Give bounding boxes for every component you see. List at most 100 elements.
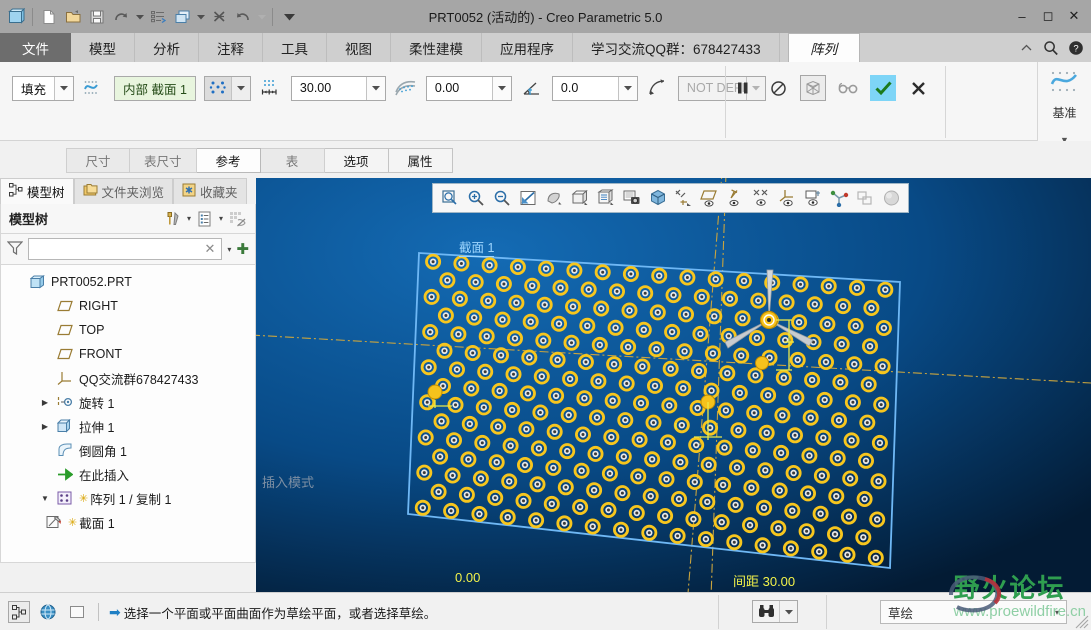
rotation-combo[interactable]: 0.0 bbox=[551, 75, 638, 101]
graphics-window[interactable]: 截面 1 0.00 间距 30.00 0.0 插入模式 bbox=[256, 178, 1091, 592]
spin-center-icon[interactable] bbox=[828, 187, 851, 210]
selection-filter-caret[interactable]: ▾ bbox=[1055, 608, 1059, 617]
maximize-button[interactable]: ◻ bbox=[1035, 5, 1061, 27]
pause-button[interactable] bbox=[730, 75, 756, 101]
tree-item-pattern-1[interactable]: ▼ ✳ 阵列 1 / 复制 1 bbox=[1, 486, 255, 510]
point-display-icon[interactable] bbox=[750, 187, 773, 210]
binoculars-icon[interactable] bbox=[753, 601, 779, 622]
new-file-icon[interactable] bbox=[38, 6, 60, 28]
tree-item-part[interactable]: PRT0052.PRT bbox=[1, 270, 255, 294]
tools-icon[interactable] bbox=[163, 209, 183, 229]
undo-icon[interactable] bbox=[232, 6, 254, 28]
tab-model[interactable]: 模型 bbox=[71, 33, 135, 62]
tab-file[interactable]: 文件 bbox=[0, 33, 71, 62]
glasses-preview-button[interactable] bbox=[835, 75, 861, 101]
navigator-tab-model-tree[interactable]: 模型树 bbox=[0, 178, 74, 204]
tools-caret[interactable]: ▾ bbox=[187, 214, 191, 223]
subtab-options[interactable]: 选项 bbox=[324, 148, 389, 173]
tab-applications[interactable]: 应用程序 bbox=[482, 33, 573, 62]
accept-button[interactable] bbox=[870, 75, 896, 101]
border-offset-caret[interactable] bbox=[491, 76, 511, 100]
annotation-toggle-icon[interactable] bbox=[802, 187, 825, 210]
tab-analysis[interactable]: 分析 bbox=[135, 33, 199, 62]
preview-geometry-button[interactable] bbox=[800, 75, 826, 101]
dot-grid-icon[interactable] bbox=[204, 76, 231, 100]
rotation-value[interactable]: 0.0 bbox=[552, 76, 618, 100]
tree-expander[interactable]: ▶ bbox=[39, 398, 51, 407]
window-toggle-icon[interactable] bbox=[66, 601, 88, 623]
zoom-in-icon[interactable] bbox=[464, 187, 487, 210]
border-offset-value[interactable]: 0.00 bbox=[426, 76, 492, 100]
plane-display-icon[interactable] bbox=[698, 187, 721, 210]
section-reference-field[interactable]: 内部 截面 1 bbox=[114, 75, 196, 101]
appearance-icon[interactable] bbox=[880, 187, 903, 210]
tree-item-extrude-1[interactable]: ▶ 拉伸 1 bbox=[1, 414, 255, 438]
border-offset-dimension-text[interactable]: 0.00 bbox=[455, 570, 480, 585]
window-icon[interactable] bbox=[171, 6, 193, 28]
saved-orientations-icon[interactable] bbox=[568, 187, 591, 210]
graphics-toolbar[interactable] bbox=[432, 183, 909, 213]
tab-qq-group[interactable]: 学习交流QQ群：678427433 bbox=[573, 33, 780, 62]
minimize-button[interactable]: – bbox=[1009, 5, 1035, 27]
redo-dropdown-icon[interactable] bbox=[134, 6, 145, 28]
layer-icon[interactable] bbox=[854, 187, 877, 210]
customize-qat-icon[interactable] bbox=[278, 6, 300, 28]
navigator-tab-folder-browser[interactable]: 文件夹浏览 bbox=[73, 178, 174, 204]
tree-item-revolve-1[interactable]: ▶ 旋转 1 bbox=[1, 390, 255, 414]
settings-list-icon[interactable] bbox=[195, 209, 215, 229]
fill-pattern-style-button[interactable] bbox=[203, 75, 251, 101]
csys-display-icon[interactable] bbox=[776, 187, 799, 210]
spacing-dimension-text[interactable]: 间距 30.00 bbox=[733, 571, 795, 590]
axis-display-icon[interactable] bbox=[724, 187, 747, 210]
subtab-properties[interactable]: 属性 bbox=[388, 148, 453, 173]
model-viewport[interactable] bbox=[256, 178, 1091, 592]
subtab-references[interactable]: 参考 bbox=[196, 148, 261, 173]
selection-filter-combo[interactable]: 草绘 ▾ bbox=[880, 600, 1067, 624]
save-icon[interactable] bbox=[86, 6, 108, 28]
filter-add-icon[interactable]: ✚ bbox=[236, 240, 249, 258]
datum-display-filters-icon[interactable] bbox=[672, 187, 695, 210]
refit-icon[interactable] bbox=[438, 187, 461, 210]
tree-item-insert-here[interactable]: 在此插入 bbox=[1, 462, 255, 486]
pattern-type-caret[interactable] bbox=[54, 76, 74, 100]
annotation-display-icon[interactable] bbox=[620, 187, 643, 210]
rotation-caret[interactable] bbox=[617, 76, 637, 100]
help-icon[interactable]: ? bbox=[1067, 39, 1085, 57]
subtab-dimensions[interactable]: 尺寸 bbox=[66, 148, 130, 173]
browser-icon[interactable] bbox=[37, 601, 59, 623]
regenerate-icon[interactable] bbox=[147, 6, 169, 28]
search-icon[interactable] bbox=[1042, 39, 1060, 57]
section-label[interactable]: 截面 1 bbox=[459, 237, 495, 257]
find-tool-caret[interactable] bbox=[779, 601, 797, 622]
model-tree[interactable]: PRT0052.PRT RIGHT TOP FRONT QQ交流群6784274… bbox=[0, 264, 256, 563]
datum-curve-icon[interactable] bbox=[1048, 68, 1082, 101]
repaint-icon[interactable] bbox=[516, 187, 539, 210]
window-dropdown-icon[interactable] bbox=[195, 6, 206, 28]
open-file-icon[interactable] bbox=[62, 6, 84, 28]
subtab-table[interactable]: 表 bbox=[260, 148, 325, 173]
close-button[interactable]: ✕ bbox=[1061, 5, 1087, 27]
spacing-value[interactable]: 30.00 bbox=[291, 76, 366, 100]
fill-pattern-style-caret[interactable] bbox=[230, 76, 250, 100]
cancel-button[interactable] bbox=[905, 75, 931, 101]
model-tree-filter-input[interactable]: ✕ bbox=[28, 238, 223, 260]
tab-annotate[interactable]: 注释 bbox=[199, 33, 263, 62]
filter-clear-icon[interactable]: ✕ bbox=[205, 241, 216, 257]
settings-caret[interactable]: ▾ bbox=[219, 214, 223, 223]
view-manager-icon[interactable] bbox=[594, 187, 617, 210]
resize-grip[interactable] bbox=[1075, 615, 1089, 629]
find-tool-button[interactable] bbox=[752, 600, 798, 623]
subtab-table-dimensions[interactable]: 表尺寸 bbox=[130, 148, 197, 173]
tree-item-round-1[interactable]: 倒圆角 1 bbox=[1, 438, 255, 462]
spacing-caret[interactable] bbox=[365, 76, 385, 100]
no-preview-button[interactable] bbox=[765, 75, 791, 101]
filter-off-icon[interactable] bbox=[227, 209, 247, 229]
app-logo-icon[interactable] bbox=[5, 6, 27, 28]
tree-item-top-plane[interactable]: TOP bbox=[1, 318, 255, 342]
tree-expander[interactable]: ▶ bbox=[39, 422, 51, 431]
collapse-ribbon-icon[interactable] bbox=[1017, 39, 1035, 57]
undo-dropdown-icon[interactable] bbox=[256, 6, 267, 28]
border-offset-combo[interactable]: 0.00 bbox=[425, 75, 512, 101]
tree-item-section-1[interactable]: ✳ 截面 1 bbox=[1, 510, 255, 534]
pattern-type-combo[interactable]: 填充 bbox=[12, 75, 75, 101]
